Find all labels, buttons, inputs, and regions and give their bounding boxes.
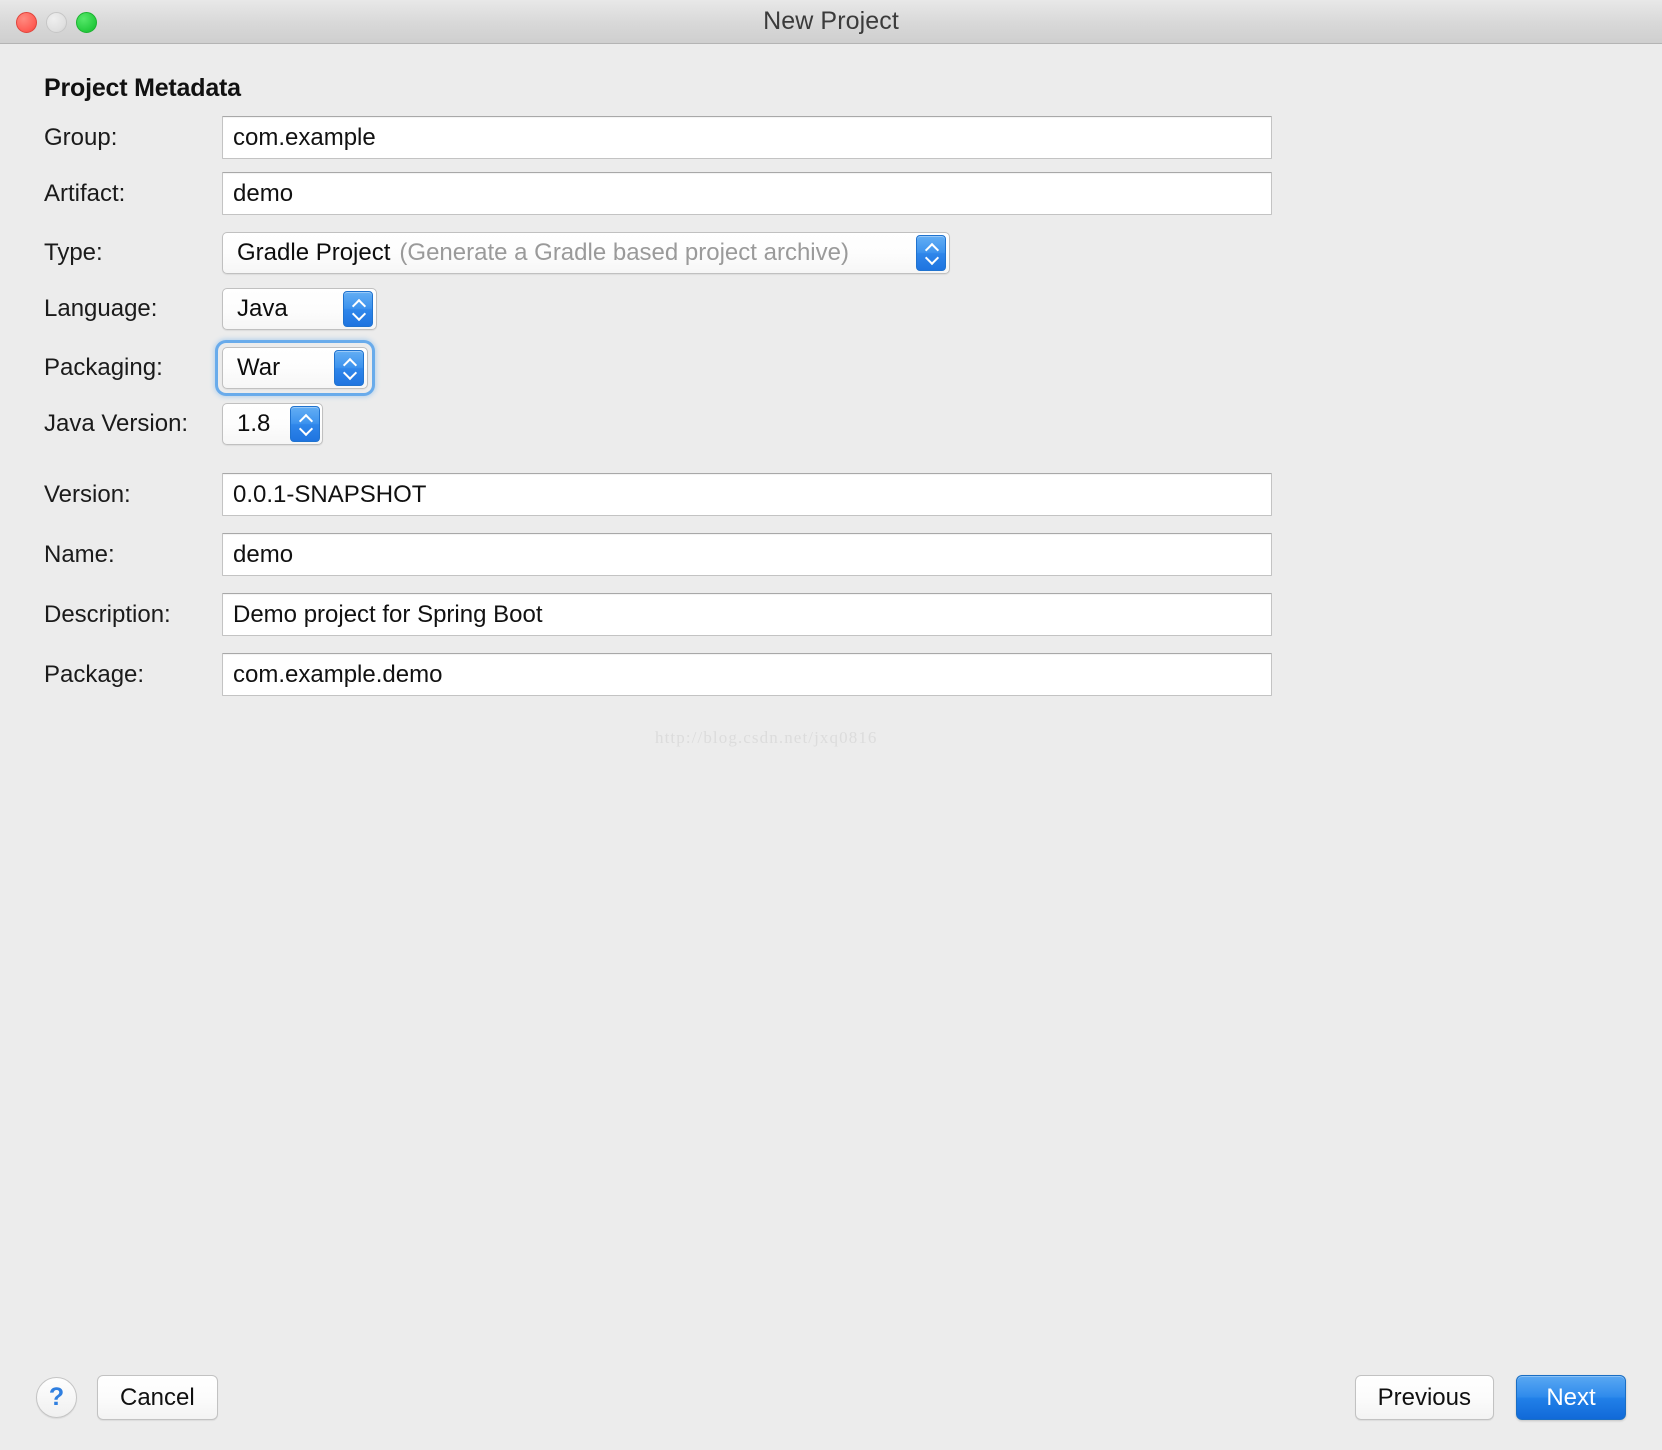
minimize-window-icon[interactable] [46,11,67,33]
new-project-dialog: New Project Project Metadata Group: Arti… [0,0,1662,1450]
packaging-label: Packaging: [44,353,163,381]
java-version-stepper-icon[interactable] [290,405,321,442]
chevron-down-icon [299,425,312,432]
language-label: Language: [44,294,158,322]
chevron-down-icon [343,369,356,376]
form-row-packaging: Packaging: War [0,346,1662,389]
java-version-control: 1.8 [222,402,323,445]
form-row-description: Description: [0,593,1662,636]
description-control [222,593,1272,636]
watermark-text: http://blog.csdn.net/jxq0816 [655,728,878,747]
title-bar: New Project [0,0,1662,44]
footer-left-group: ? Cancel [36,1375,218,1420]
footer-right-group: Previous Next [1354,1375,1626,1420]
form-row-version: Version: [0,473,1662,516]
packaging-selected-value: War [237,353,281,381]
name-input[interactable] [222,533,1272,576]
chevron-down-icon [925,254,938,261]
close-window-icon[interactable] [16,11,37,33]
artifact-input[interactable] [222,172,1272,215]
artifact-label: Artifact: [44,179,126,207]
traffic-lights [16,0,97,44]
packaging-dropdown[interactable]: War [222,346,368,389]
page-title: Project Metadata [44,74,241,102]
chevron-down-icon [352,310,365,317]
name-label: Name: [44,540,115,568]
language-dropdown[interactable]: Java [222,287,377,330]
package-label: Package: [44,660,145,688]
description-label: Description: [44,600,171,628]
type-dropdown[interactable]: Gradle Project (Generate a Gradle based … [222,231,950,274]
maximize-window-icon[interactable] [76,11,97,33]
project-metadata-form: Group: Artifact: Type: Gradle Project [0,116,1662,696]
form-row-package: Package: [0,653,1662,696]
group-label: Group: [44,123,118,151]
version-label: Version: [44,480,131,508]
packaging-stepper-icon[interactable] [334,349,364,386]
dialog-content: Project Metadata Group: Artifact: Type: [0,44,1662,1450]
java-version-dropdown[interactable]: 1.8 [222,402,323,445]
form-row-language: Language: Java [0,287,1662,330]
window-title: New Project [763,7,899,35]
type-hint-text: (Generate a Gradle based project archive… [399,238,849,266]
form-row-java-version: Java Version: 1.8 [0,402,1662,445]
previous-button[interactable]: Previous [1354,1375,1494,1420]
cancel-button[interactable]: Cancel [97,1375,218,1420]
form-row-artifact: Artifact: [0,172,1662,215]
form-row-name: Name: [0,533,1662,576]
language-selected-value: Java [237,294,288,322]
name-control [222,533,1272,576]
version-input[interactable] [222,473,1272,516]
package-control [222,653,1272,696]
next-button[interactable]: Next [1516,1375,1626,1420]
description-input[interactable] [222,593,1272,636]
group-input[interactable] [222,116,1272,159]
dialog-footer: ? Cancel Previous Next [0,1345,1662,1450]
type-label: Type: [44,238,103,266]
form-row-group: Group: [0,116,1662,159]
language-control: Java [222,287,377,330]
version-control [222,473,1272,516]
language-stepper-icon[interactable] [343,290,373,327]
packaging-focus-ring: War [218,343,372,393]
help-button[interactable]: ? [36,1377,77,1418]
type-selected-value: Gradle Project [237,238,391,266]
java-version-selected-value: 1.8 [237,409,271,437]
type-control: Gradle Project (Generate a Gradle based … [222,231,950,274]
java-version-label: Java Version: [44,409,189,437]
package-input[interactable] [222,653,1272,696]
form-row-type: Type: Gradle Project (Generate a Gradle … [0,231,1662,274]
artifact-control [222,172,1272,215]
type-stepper-icon[interactable] [916,234,946,271]
group-control [222,116,1272,159]
packaging-control: War [218,343,372,393]
